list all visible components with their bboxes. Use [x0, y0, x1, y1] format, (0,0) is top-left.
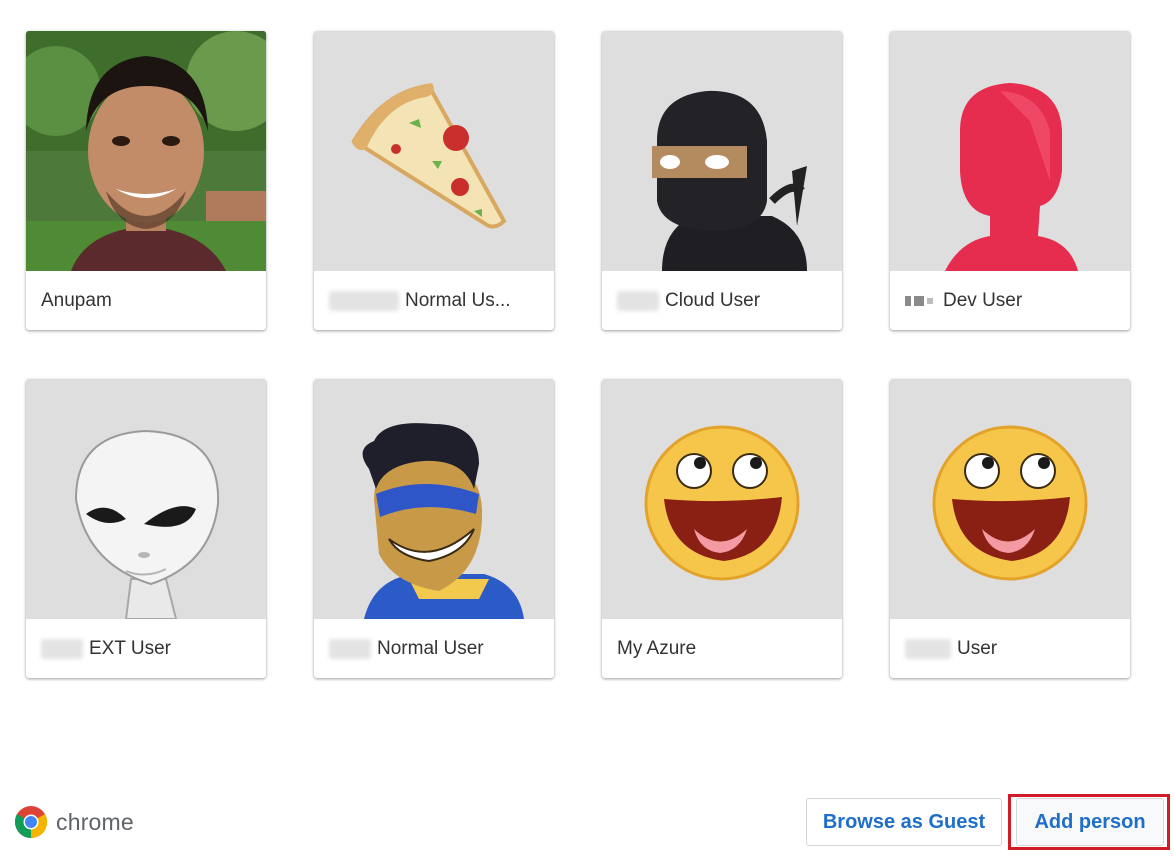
profile-name-row: Cloud User [602, 271, 842, 330]
red-silhouette-avatar [890, 31, 1130, 271]
profile-card-anupam[interactable]: Anupam [26, 31, 266, 330]
chrome-logo-icon [14, 806, 48, 839]
profile-grid: Anupam Normal Us... Cloud User Dev User … [26, 31, 1130, 678]
blurred-prefix [617, 290, 659, 311]
ninja-avatar [602, 31, 842, 271]
chrome-logo: chrome [14, 805, 134, 839]
profile-card-cloud-user[interactable]: Cloud User [602, 31, 842, 330]
profile-name: Normal User [377, 637, 484, 659]
blurred-prefix [41, 638, 83, 659]
profile-name: EXT User [89, 637, 172, 659]
profile-name-row: User [890, 619, 1130, 678]
pizza-avatar [314, 31, 554, 271]
profile-name: User [957, 637, 998, 659]
chrome-wordmark: chrome [56, 808, 134, 835]
profile-name-row: EXT User [26, 619, 266, 678]
profile-card-normal-us[interactable]: Normal Us... [314, 31, 554, 330]
smiley-avatar [602, 379, 842, 619]
browse-as-guest-button[interactable]: Browse as Guest [806, 798, 1002, 846]
profile-name-row: Normal User [314, 619, 554, 678]
superhero-avatar [314, 379, 554, 619]
smiley-avatar [890, 379, 1130, 619]
profile-name-row: Anupam [26, 271, 266, 330]
profile-name-row: Dev User [890, 271, 1130, 330]
profile-name-row: Normal Us... [314, 271, 554, 330]
blurred-prefix [905, 295, 933, 306]
profile-card-my-azure[interactable]: My Azure [602, 379, 842, 678]
profile-name: My Azure [617, 637, 697, 659]
profile-name: Normal Us... [405, 289, 511, 311]
profile-card-ext-user[interactable]: EXT User [26, 379, 266, 678]
blurred-prefix [329, 290, 399, 311]
profile-card-normal-user[interactable]: Normal User [314, 379, 554, 678]
blurred-prefix [905, 638, 951, 659]
profile-card-dev-user[interactable]: Dev User [890, 31, 1130, 330]
profile-name: Anupam [41, 289, 112, 311]
photo-avatar [26, 31, 266, 271]
profile-name-row: My Azure [602, 619, 842, 678]
alien-avatar [26, 379, 266, 619]
profile-card-user[interactable]: User [890, 379, 1130, 678]
profile-name: Cloud User [665, 289, 761, 311]
add-person-button[interactable]: Add person [1016, 798, 1164, 846]
blurred-prefix [329, 638, 371, 659]
profile-name: Dev User [943, 289, 1023, 311]
